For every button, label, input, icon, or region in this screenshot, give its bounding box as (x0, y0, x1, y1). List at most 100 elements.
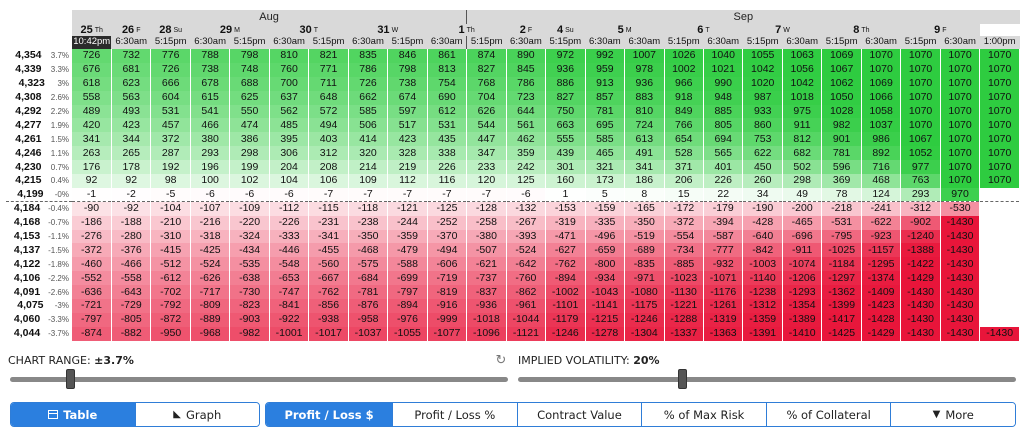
pl-cell: 1020 (742, 76, 783, 91)
pl-cell: 585 (348, 104, 389, 119)
pl-cell: 835 (348, 49, 389, 63)
pl-cell: 1070 (979, 62, 1020, 77)
pl-cell: 936 (545, 62, 586, 77)
pl-cell: 704 (466, 90, 507, 105)
day-of-week: T (313, 27, 319, 34)
pl-cell: 474 (229, 118, 270, 133)
pl-cell: 321 (585, 160, 626, 175)
price-row: -0.7% 4,168 -186 -188 -210 -216 -220 -226 -231 -2… (6, 215, 1020, 230)
profit-loss-dollar-button[interactable]: Profit / Loss $ (266, 403, 394, 426)
contract-value-button[interactable]: Contract Value (517, 403, 643, 426)
price-value: 4,323 (18, 77, 45, 90)
pl-cell: -1430 (900, 312, 941, 327)
pl-cell: 700 (269, 76, 310, 91)
price-change-percent: -0% (54, 190, 69, 200)
pl-cell: 1070 (979, 49, 1020, 63)
price-row: -0.4% 4,184 -90 -92 -104 -107 -109 -112 -115 -118… (6, 201, 1020, 216)
pl-cell: -2 (111, 187, 152, 203)
pl-cell: -7 (387, 187, 428, 203)
implied-volatility-slider[interactable] (518, 377, 1016, 382)
collateral-percent-button[interactable]: % of Collateral (766, 403, 892, 426)
pl-cell: -393 (506, 229, 547, 244)
table-view-button[interactable]: Table (11, 403, 136, 426)
pl-cell: -372 (72, 243, 112, 258)
pl-cell: 226 (427, 160, 468, 175)
pl-cell: 810 (624, 104, 665, 119)
month-header: Sep (466, 10, 1020, 24)
pl-cell: 750 (545, 104, 586, 119)
pl-cell: 596 (821, 160, 862, 175)
pl-cell: -112 (269, 201, 310, 216)
pl-cell: 242 (506, 160, 547, 175)
pl-cell: -1430 (940, 229, 981, 244)
pl-cell: 1070 (979, 160, 1020, 175)
pl-cell: -1074 (782, 257, 823, 272)
day-number: 30 (299, 24, 312, 36)
day-number: 31 (377, 24, 390, 36)
time-header: 6:30am (427, 36, 467, 49)
underlying-price: 0.7% 4,230 (6, 160, 72, 175)
price-value: 4,339 (15, 63, 42, 76)
day-header: 6T (664, 24, 743, 36)
pl-cell: 738 (387, 76, 428, 91)
day-number: 1 (458, 24, 465, 36)
time-header: 5:15pm (900, 36, 941, 49)
price-change-percent: 2.2% (50, 107, 69, 116)
pl-cell (979, 285, 1020, 300)
pl-cell: -6 (229, 187, 270, 203)
pl-cell (979, 271, 1020, 286)
graph-view-button[interactable]: ◣ Graph (135, 403, 259, 426)
profit-loss-percent-button[interactable]: Profit / Loss % (393, 403, 518, 426)
pl-cell: 970 (940, 187, 981, 203)
pl-cell: 565 (703, 146, 744, 161)
pl-cell: 883 (624, 90, 665, 105)
pl-cell: 1055 (742, 49, 783, 63)
graph-icon: ◣ (173, 409, 181, 420)
implied-volatility-slider-thumb[interactable] (678, 369, 688, 389)
pl-cell: -1359 (742, 312, 783, 327)
pl-cell: -819 (427, 285, 468, 300)
pl-cell: 975 (782, 104, 823, 119)
max-risk-percent-label: % of Max Risk (663, 407, 745, 422)
pl-cell: -1176 (703, 285, 744, 300)
pl-cell: 644 (506, 104, 547, 119)
pl-cell: -109 (229, 201, 270, 216)
header-corner (6, 36, 72, 49)
pl-cell: -640 (742, 229, 783, 244)
pl-cell: 485 (269, 118, 310, 133)
pl-cell: 626 (466, 104, 507, 119)
pl-cell: 462 (506, 132, 547, 147)
pl-cell: -734 (664, 243, 705, 258)
reset-icon[interactable]: ↻ (494, 354, 508, 368)
underlying-price: -1.1% 4,153 (6, 229, 72, 244)
pl-cell: -823 (229, 299, 270, 313)
pl-cell: 1040 (703, 49, 744, 63)
pl-cell: 341 (624, 160, 665, 175)
pl-cell: 493 (111, 104, 152, 119)
day-header: 7W (742, 24, 822, 36)
price-row: -1.1% 4,153 -276 -280 -310 -318 -324 -333 -341 -3… (6, 229, 1020, 244)
pl-cell: 491 (624, 146, 665, 161)
chart-range-slider[interactable] (10, 377, 508, 382)
pl-cell: -466 (111, 257, 152, 272)
pl-cell: 1070 (861, 62, 902, 77)
price-change-percent: -0.7% (48, 218, 69, 228)
underlying-price: -1.5% 4,137 (6, 243, 72, 258)
pl-cell: -1240 (900, 229, 941, 244)
pl-cell: -612 (150, 271, 191, 286)
pl-cell: 913 (585, 76, 626, 91)
pl-cell: 861 (427, 49, 468, 63)
pl-cell: 1069 (861, 76, 902, 91)
chart-range-slider-thumb[interactable] (65, 369, 75, 389)
pl-cell: -968 (190, 326, 231, 341)
max-risk-percent-button[interactable]: % of Max Risk (642, 403, 767, 426)
pl-cell: 763 (900, 174, 941, 188)
pl-cell: -777 (703, 243, 744, 258)
pl-cell: -999 (427, 312, 468, 327)
more-button[interactable]: ▼ More (891, 403, 1015, 426)
pl-cell: -471 (545, 229, 586, 244)
pl-cell: 494 (308, 118, 349, 133)
pl-cell: -797 (72, 312, 112, 327)
pl-cell: 623 (111, 76, 152, 91)
pl-cell: 125 (506, 174, 547, 188)
